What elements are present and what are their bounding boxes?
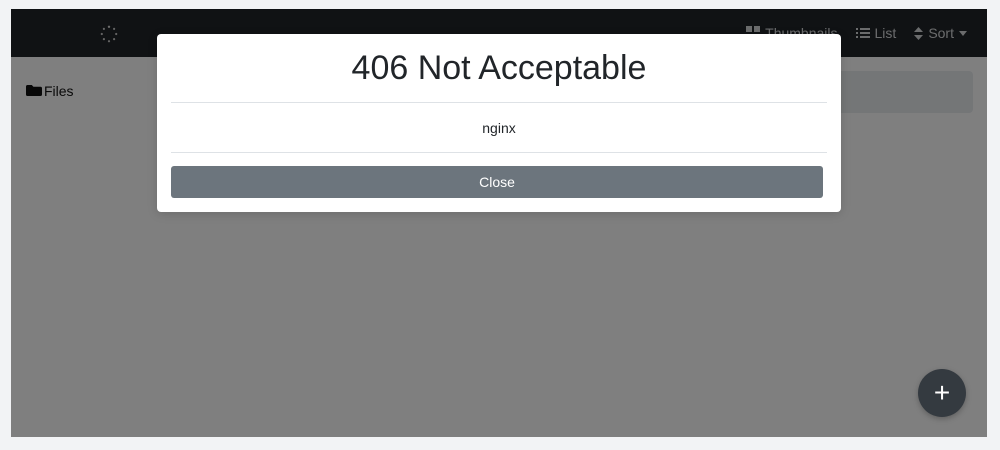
modal-title: 406 Not Acceptable (351, 49, 647, 87)
modal-body: nginx (171, 103, 827, 153)
close-button[interactable]: Close (171, 166, 823, 198)
modal-footer: Close (171, 166, 823, 198)
error-modal: 406 Not Acceptable nginx Close (157, 34, 841, 212)
error-message: nginx (482, 119, 516, 136)
plus-icon: + (933, 377, 951, 408)
app-window: Thumbnails List (11, 9, 987, 437)
add-button[interactable]: + (918, 369, 966, 417)
modal-header: 406 Not Acceptable (171, 34, 827, 103)
